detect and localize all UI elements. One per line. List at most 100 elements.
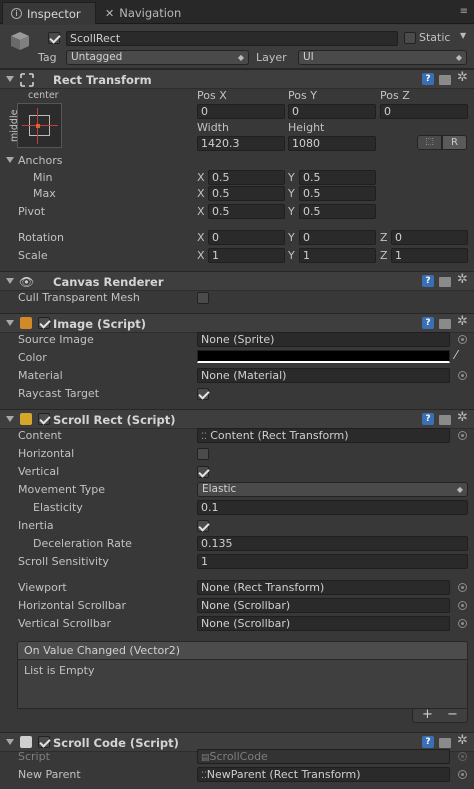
anchor-presets-button[interactable] [17, 103, 62, 148]
help-icon[interactable]: ? [422, 317, 434, 329]
rect-transform-header[interactable]: Rect Transform ? ✲ [0, 69, 474, 89]
gear-icon[interactable]: ✲ [457, 733, 468, 748]
help-icon[interactable]: ? [422, 73, 434, 85]
object-picker-icon[interactable] [458, 770, 467, 779]
help-icon[interactable]: ? [422, 275, 434, 287]
pivot-x-field[interactable]: 0.5 [208, 204, 285, 219]
image-enabled-checkbox[interactable] [38, 317, 50, 329]
script-value: ScrollCode [209, 750, 268, 763]
elasticity-field[interactable]: 0.1 [197, 500, 468, 515]
add-event-button[interactable]: + [422, 707, 433, 722]
foldout-arrow-icon[interactable] [6, 320, 14, 326]
canvas-renderer-header[interactable]: 👁 Canvas Renderer ? ✲ [0, 271, 474, 291]
source-image-field[interactable]: None (Sprite) [197, 332, 450, 347]
tab-navigation[interactable]: ✕ Navigation [97, 2, 197, 24]
pos-x-field[interactable]: 0 [197, 104, 285, 119]
scroll-code-title: Scroll Code (Script) [53, 736, 179, 750]
layer-dropdown[interactable]: UI ◆ [298, 50, 467, 65]
foldout-arrow-icon[interactable] [6, 739, 14, 745]
raw-edit-button[interactable]: R [442, 135, 467, 150]
vertical-scrollbar-label: Vertical Scrollbar [18, 617, 112, 630]
min-x-label: X [197, 171, 205, 184]
rotation-x-field[interactable]: 0 [208, 230, 285, 245]
foldout-arrow-icon[interactable] [6, 278, 14, 284]
new-parent-field[interactable]: ⁚⁚NewParent (Rect Transform) [197, 767, 450, 782]
preset-icon[interactable] [439, 277, 451, 287]
rotation-y-field[interactable]: 0 [299, 230, 376, 245]
scale-x-field[interactable]: 1 [208, 248, 285, 263]
on-value-changed-list: List is Empty [17, 660, 468, 709]
help-icon[interactable]: ? [422, 413, 434, 425]
scroll-sensitivity-field[interactable]: 1 [197, 554, 468, 569]
anchor-max-y-field[interactable]: 0.5 [299, 186, 376, 201]
preset-icon[interactable] [439, 75, 451, 85]
object-picker-icon[interactable] [458, 335, 467, 344]
color-swatch[interactable] [197, 350, 450, 363]
content-field[interactable]: ⁚⁚ Content (Rect Transform) [197, 428, 450, 443]
tag-value: Untagged [71, 51, 123, 63]
pos-y-field[interactable]: 0 [288, 104, 376, 119]
remove-event-button[interactable]: − [447, 707, 458, 722]
tag-dropdown[interactable]: Untagged ◆ [66, 50, 249, 65]
viewport-field[interactable]: None (Rect Transform) [197, 580, 450, 595]
gameobject-name-field[interactable]: ScollRect [66, 31, 398, 46]
tab-menu-icon[interactable]: ≡ [460, 6, 468, 17]
pos-z-field[interactable]: 0 [380, 104, 468, 119]
raycast-target-checkbox[interactable] [197, 388, 209, 400]
tab-inspector-label: Inspector [27, 6, 81, 21]
inertia-checkbox[interactable] [197, 520, 209, 532]
anchor-max-label: Max [33, 187, 56, 200]
vertical-checkbox[interactable] [197, 466, 209, 478]
anchor-min-x-field[interactable]: 0.5 [208, 170, 285, 185]
static-dropdown-arrow[interactable]: ▼ [460, 31, 466, 40]
anchors-label[interactable]: Anchors [18, 154, 63, 168]
anchors-foldout-icon[interactable] [6, 157, 14, 163]
on-value-changed-title: On Value Changed (Vector2) [24, 644, 181, 657]
scale-y-field[interactable]: 1 [299, 248, 376, 263]
scale-z-field[interactable]: 1 [391, 248, 468, 263]
anchor-max-x-field[interactable]: 0.5 [208, 186, 285, 201]
foldout-arrow-icon[interactable] [6, 416, 14, 422]
cull-transparent-checkbox[interactable] [197, 292, 209, 304]
gear-icon[interactable]: ✲ [457, 70, 468, 85]
static-checkbox[interactable] [404, 32, 416, 44]
width-field[interactable]: 1420.3 [197, 136, 285, 151]
material-field[interactable]: None (Material) [197, 368, 450, 383]
gameobject-cube-icon [9, 30, 31, 52]
horizontal-scrollbar-field[interactable]: None (Scrollbar) [197, 598, 450, 613]
vertical-scrollbar-field[interactable]: None (Scrollbar) [197, 616, 450, 631]
scroll-code-enabled-checkbox[interactable] [38, 736, 50, 748]
help-icon[interactable]: ? [422, 736, 434, 748]
scroll-rect-enabled-checkbox[interactable] [38, 413, 50, 425]
gear-icon[interactable]: ✲ [457, 272, 468, 287]
object-picker-icon[interactable] [458, 601, 467, 610]
tag-label: Tag [38, 51, 57, 64]
object-picker-icon[interactable] [458, 371, 467, 380]
foldout-arrow-icon[interactable] [6, 76, 14, 82]
object-picker-icon[interactable] [458, 583, 467, 592]
pivot-y-field[interactable]: 0.5 [299, 204, 376, 219]
tab-inspector[interactable]: i Inspector [2, 2, 96, 24]
object-picker-icon[interactable] [458, 619, 467, 628]
rot-y-label: Y [288, 231, 295, 244]
gear-icon[interactable]: ✲ [457, 314, 468, 329]
gameobject-active-checkbox[interactable] [48, 32, 60, 44]
gear-icon[interactable]: ✲ [457, 410, 468, 425]
object-picker-icon[interactable] [458, 431, 467, 440]
dropdown-arrow-icon: ◆ [237, 53, 244, 62]
rotation-z-field[interactable]: 0 [391, 230, 468, 245]
deceleration-rate-field[interactable]: 0.135 [197, 536, 468, 551]
eyedropper-icon[interactable]: ⁄ [455, 348, 457, 362]
blueprint-mode-button[interactable]: ⬚ [417, 135, 442, 150]
anchor-min-y-field[interactable]: 0.5 [299, 170, 376, 185]
image-header[interactable]: Image (Script) ? ✲ [0, 313, 474, 333]
height-field[interactable]: 1080 [288, 136, 376, 151]
list-empty-label: List is Empty [24, 664, 95, 677]
preset-icon[interactable] [439, 415, 451, 425]
horizontal-checkbox[interactable] [197, 448, 209, 460]
movement-type-dropdown[interactable]: Elastic ◆ [197, 482, 468, 497]
scroll-rect-header[interactable]: Scroll Rect (Script) ? ✲ [0, 409, 474, 429]
rect-transform-small-icon: ⁚⁚ [201, 432, 207, 442]
preset-icon[interactable] [439, 738, 451, 748]
preset-icon[interactable] [439, 319, 451, 329]
